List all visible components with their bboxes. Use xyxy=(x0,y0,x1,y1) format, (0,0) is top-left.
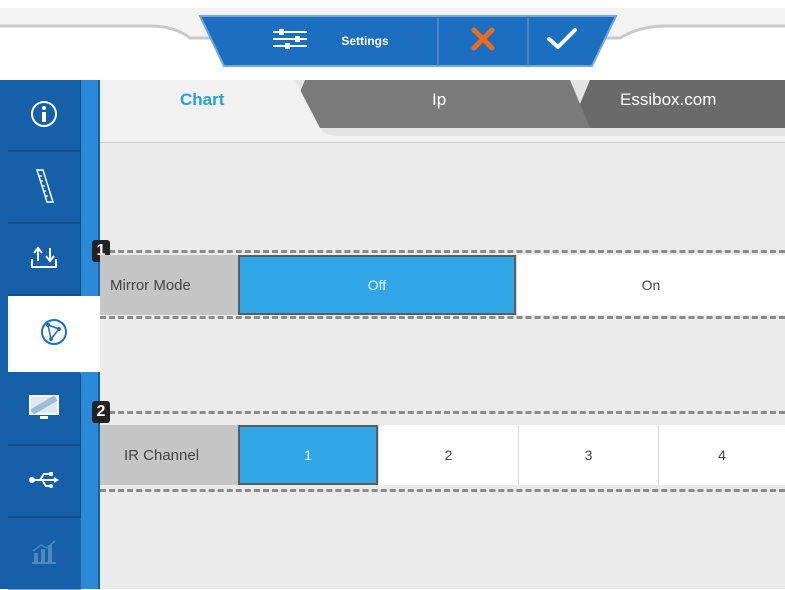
tab-chart-label: Chart xyxy=(180,90,225,109)
tab-ip-label: Ip xyxy=(432,90,447,109)
ir-channel-option-2[interactable]: 2 xyxy=(378,425,518,485)
monitor-icon xyxy=(28,394,60,427)
check-icon xyxy=(546,27,578,56)
usb-icon xyxy=(28,470,60,495)
settings-label: Settings xyxy=(341,34,389,48)
info-icon xyxy=(29,99,59,134)
tab-bar: Chart Ip Essibox.com xyxy=(100,80,785,143)
top-bar: Settings xyxy=(0,0,785,80)
mirror-mode-label: Mirror Mode xyxy=(100,255,238,315)
tab-chart[interactable]: Chart xyxy=(100,80,300,128)
settings-panel: Chart Ip Essibox.com 1 Mirror Mode Off O… xyxy=(92,80,785,589)
tab-essibox-label: Essibox.com xyxy=(620,90,717,109)
section-badge: 2 xyxy=(92,401,110,423)
section-divider xyxy=(100,250,785,253)
settings-button[interactable]: Settings xyxy=(230,14,430,68)
mirror-mode-row: Mirror Mode Off On xyxy=(100,255,785,315)
network-icon xyxy=(38,316,70,353)
close-icon xyxy=(470,26,496,57)
sidebar-item-info[interactable] xyxy=(8,80,81,152)
confirm-button[interactable] xyxy=(530,14,594,68)
tab-essibox[interactable]: Essibox.com xyxy=(590,80,785,128)
ir-channel-option-3[interactable]: 3 xyxy=(518,425,658,485)
cancel-button[interactable] xyxy=(440,14,526,68)
sidebar-item-stats[interactable] xyxy=(8,518,81,590)
ir-channel-row: IR Channel 1 2 3 4 xyxy=(100,425,785,485)
sidebar-item-usb[interactable] xyxy=(8,446,81,518)
mirror-on-option[interactable]: On xyxy=(516,255,785,315)
sidebar-item-transfer[interactable] xyxy=(8,224,81,296)
settings-toolbar: Settings xyxy=(196,14,620,68)
section-divider xyxy=(100,489,785,492)
ruler-icon xyxy=(29,168,59,209)
sliders-icon xyxy=(271,28,309,55)
upload-download-icon xyxy=(29,245,59,276)
sidebar-item-measure[interactable] xyxy=(8,152,81,224)
sidebar-item-display[interactable] xyxy=(8,374,81,446)
chart-icon xyxy=(29,539,59,570)
mirror-off-option[interactable]: Off xyxy=(238,255,516,315)
tab-ip[interactable]: Ip xyxy=(330,80,570,128)
section-divider xyxy=(100,316,785,319)
ir-channel-option-1[interactable]: 1 xyxy=(238,425,378,485)
ir-channel-label: IR Channel xyxy=(100,425,238,485)
ir-channel-option-4[interactable]: 4 xyxy=(658,425,785,485)
section-divider xyxy=(100,411,785,414)
sidebar-item-network[interactable] xyxy=(8,296,100,372)
